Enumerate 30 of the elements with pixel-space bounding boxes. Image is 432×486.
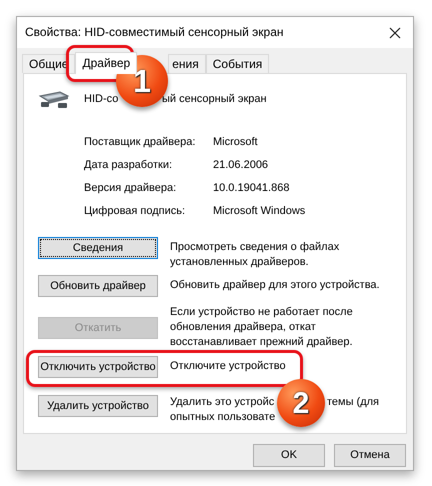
action-description: Удалить это устройс: [170, 396, 274, 408]
dialog-button[interactable]: Отмена: [334, 444, 406, 467]
action-description: обновления драйвера, откат: [170, 320, 316, 335]
action-description: опытных пользовате: [170, 410, 276, 425]
tab[interactable]: События: [206, 54, 270, 73]
action-description: Обновить драйвер для этого устройства.: [170, 278, 380, 293]
action-description: темы (для: [327, 395, 380, 410]
action-description: Просмотреть сведения о файлах: [170, 240, 340, 255]
property-label: Версия драйвера:: [84, 181, 178, 196]
action-description: Если устройство не работает после: [170, 305, 353, 320]
device-name: HID-со: [84, 92, 118, 104]
action-button[interactable]: Обновить драйвер: [38, 275, 158, 297]
property-value: Microsoft Windows: [213, 204, 306, 219]
property-value: Microsoft: [213, 135, 258, 150]
action-button[interactable]: Сведения: [38, 237, 158, 259]
property-label: Поставщик драйвера:: [84, 135, 196, 150]
property-label: Цифровая подпись:: [84, 204, 186, 219]
action-button[interactable]: Отключить устройство: [38, 356, 158, 378]
tab[interactable]: Драйвер: [75, 52, 138, 74]
property-label: Дата разработки:: [84, 158, 174, 173]
action-description: установленных драйверов.: [170, 255, 309, 270]
window-title: Свойства: HID-совместимый сенсорный экран: [25, 25, 284, 40]
action-description: восстанавливает прежний драйвер.: [170, 335, 353, 350]
dialog-button[interactable]: OK: [253, 444, 325, 467]
close-icon[interactable]: [389, 26, 401, 38]
action-description: Отключите устройство: [170, 359, 286, 374]
tab[interactable]: ения: [168, 54, 206, 73]
action-button[interactable]: Удалить устройство: [38, 395, 158, 417]
property-value: 21.06.2006: [213, 158, 268, 173]
property-value: 10.0.19041.868: [213, 181, 290, 196]
